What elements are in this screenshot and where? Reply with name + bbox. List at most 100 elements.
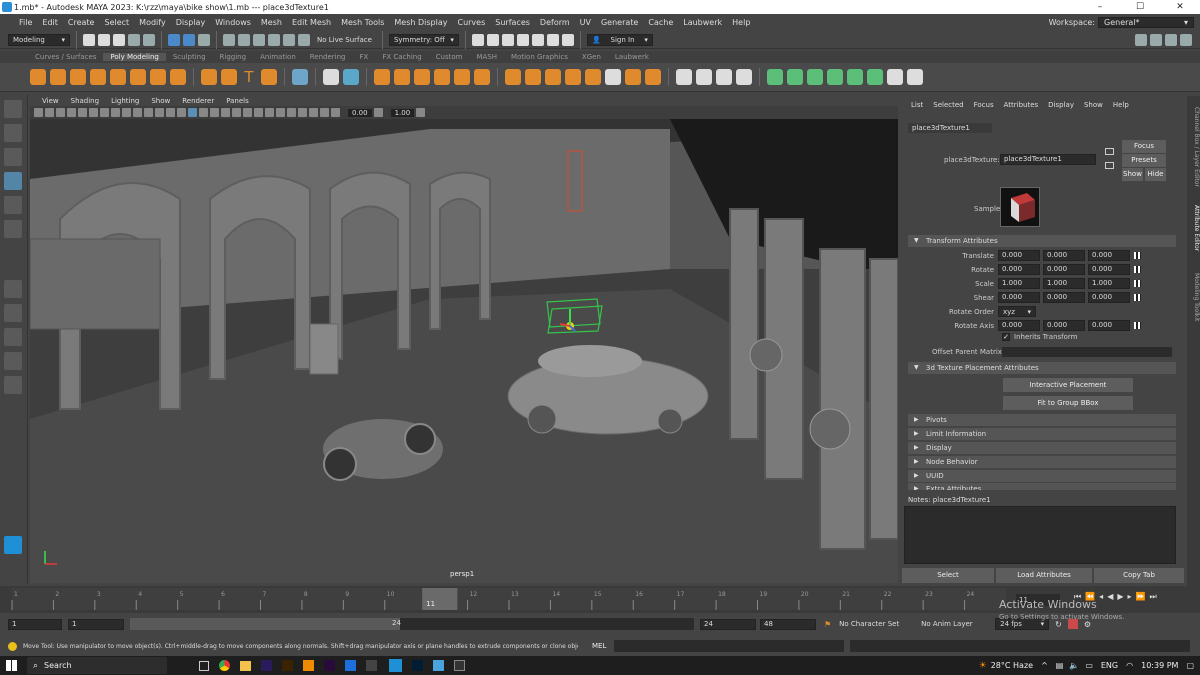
presets-button[interactable]: Presets [1122,154,1166,167]
undo-icon[interactable] [128,33,140,46]
key-icon[interactable] [1134,280,1141,287]
poly-cube-icon[interactable] [50,69,66,85]
sample-swatch[interactable] [1000,187,1040,227]
snap-view-plane-icon[interactable] [283,33,295,46]
ae-node-tab[interactable]: place3dTexture1 [908,123,992,133]
smooth-shade-icon[interactable] [188,108,197,117]
render-settings-icon[interactable] [516,33,529,46]
single-perspective-layout-icon[interactable] [4,280,22,298]
cut-uv-icon[interactable] [887,69,903,85]
output-connections-icon[interactable] [1105,162,1114,169]
shelf-tab-curves-surfaces[interactable]: Curves / Surfaces [28,53,103,61]
arnold-render-icon[interactable] [546,33,559,46]
sign-in-dropdown[interactable]: 👤 Sign In ▾ [586,33,653,46]
collapse-icon[interactable] [625,69,641,85]
offset-parent-field[interactable] [1002,347,1172,357]
start-time-field[interactable]: 1 [8,618,62,630]
playback-end-field[interactable]: 24 [700,618,756,630]
ae-menu-show[interactable]: Show [1079,101,1108,109]
translate-y-field[interactable]: 0.000 [1043,250,1085,261]
sweep-mesh-icon[interactable] [221,69,237,85]
wireframe-icon[interactable] [177,108,186,117]
wifi-icon[interactable]: ◠ [1126,661,1133,670]
safe-action-icon[interactable] [155,108,164,117]
show-button[interactable]: Show [1122,168,1143,181]
translate-x-field[interactable]: 0.000 [998,250,1040,261]
film-gate-icon[interactable] [111,108,120,117]
menu-deform[interactable]: Deform [535,18,575,27]
menu-surfaces[interactable]: Surfaces [490,18,535,27]
select-by-hierarchy-icon[interactable] [168,33,180,46]
outliner-layout-icon[interactable] [4,352,22,370]
viewport-menu-show[interactable]: Show [145,97,176,105]
step-forward-frame-icon[interactable]: ▸ [1128,592,1132,602]
render-frame-icon[interactable] [486,33,499,46]
key-icon[interactable] [1134,266,1141,273]
snap-point-icon[interactable] [253,33,265,46]
cylindrical-uv-icon[interactable] [787,69,803,85]
offset-parent-row[interactable]: Offset Parent Matrix [908,346,1176,358]
side-tab-attribute-editor[interactable]: Attribute Editor [1187,198,1200,258]
play-backwards-icon[interactable]: ◀ [1107,592,1113,602]
rotate-y-field[interactable]: 0.000 [1043,264,1085,275]
menu-create[interactable]: Create [63,18,100,27]
slide-edge-icon[interactable] [736,69,752,85]
channel-box-toggle-icon[interactable] [1180,33,1192,46]
shelf-tab-mash[interactable]: MASH [470,53,505,61]
platonic-solid-icon[interactable] [170,69,186,85]
animation-end-field[interactable]: 48 [760,618,816,630]
range-slider[interactable]: 1 24 [130,618,694,630]
gate-mask-icon[interactable] [133,108,142,117]
open-scene-icon[interactable] [98,33,110,46]
range-slider-handle[interactable] [130,618,400,630]
menu-mesh[interactable]: Mesh [256,18,287,27]
transform-attributes-header[interactable]: Transform Attributes [908,235,1176,247]
insert-edge-loop-icon[interactable] [696,69,712,85]
shadows-icon[interactable] [232,108,241,117]
rotate-axis-z-field[interactable]: 0.000 [1088,320,1130,331]
command-line-input[interactable] [614,640,845,652]
shelf-tab-sculpting[interactable]: Sculpting [166,53,213,61]
placement-attributes-header[interactable]: 3d Texture Placement Attributes [908,362,1176,374]
copy-tab-button[interactable]: Copy Tab [1094,568,1184,583]
ae-menu-attributes[interactable]: Attributes [999,101,1044,109]
key-icon[interactable] [1134,322,1141,329]
network-icon[interactable]: ▤ [1056,661,1064,670]
hypershade-icon[interactable] [531,33,544,46]
notification-icon[interactable]: ▢ [1186,661,1194,670]
shear-z-field[interactable]: 0.000 [1088,292,1130,303]
shelf-tab-rendering[interactable]: Rendering [303,53,353,61]
shelf-tab-custom[interactable]: Custom [429,53,470,61]
smooth-icon[interactable] [374,69,390,85]
wireframe-on-shaded-icon[interactable] [199,108,208,117]
poly-disc-icon[interactable] [150,69,166,85]
lasso-tool-icon[interactable] [4,124,22,142]
svg-tool-icon[interactable] [261,69,277,85]
shelf-tab-animation[interactable]: Animation [253,53,303,61]
ipr-render-icon[interactable] [501,33,514,46]
menu-select[interactable]: Select [99,18,134,27]
menu-curves[interactable]: Curves [452,18,490,27]
color-management-icon[interactable] [416,108,426,117]
uuid-header[interactable]: UUID [908,470,1176,482]
taskbar-clock[interactable]: 10:39 PM [1141,661,1178,670]
camera-attributes-icon[interactable] [45,108,54,117]
two-pane-layout-icon[interactable] [4,328,22,346]
maximize-button[interactable]: ☐ [1120,2,1160,12]
display-header[interactable]: Display [908,442,1176,454]
maya-taskbar-icon[interactable] [389,659,402,672]
character-set-dropdown[interactable]: No Character Set [835,619,912,629]
menu-help[interactable]: Help [727,18,755,27]
ae-menu-selected[interactable]: Selected [928,101,968,109]
pause-render-icon[interactable] [561,33,574,46]
bridge-icon[interactable] [474,69,490,85]
make-live-icon[interactable] [298,33,310,46]
rotate-axis-x-field[interactable]: 0.000 [998,320,1040,331]
ae-menu-help[interactable]: Help [1108,101,1134,109]
workspace-dropdown[interactable]: General* ▾ [1098,17,1194,28]
snap-grid-icon[interactable] [223,33,235,46]
shear-y-field[interactable]: 0.000 [1043,292,1085,303]
language-indicator[interactable]: ENG [1101,661,1118,670]
new-scene-icon[interactable] [83,33,95,46]
four-view-layout-icon[interactable] [4,304,22,322]
